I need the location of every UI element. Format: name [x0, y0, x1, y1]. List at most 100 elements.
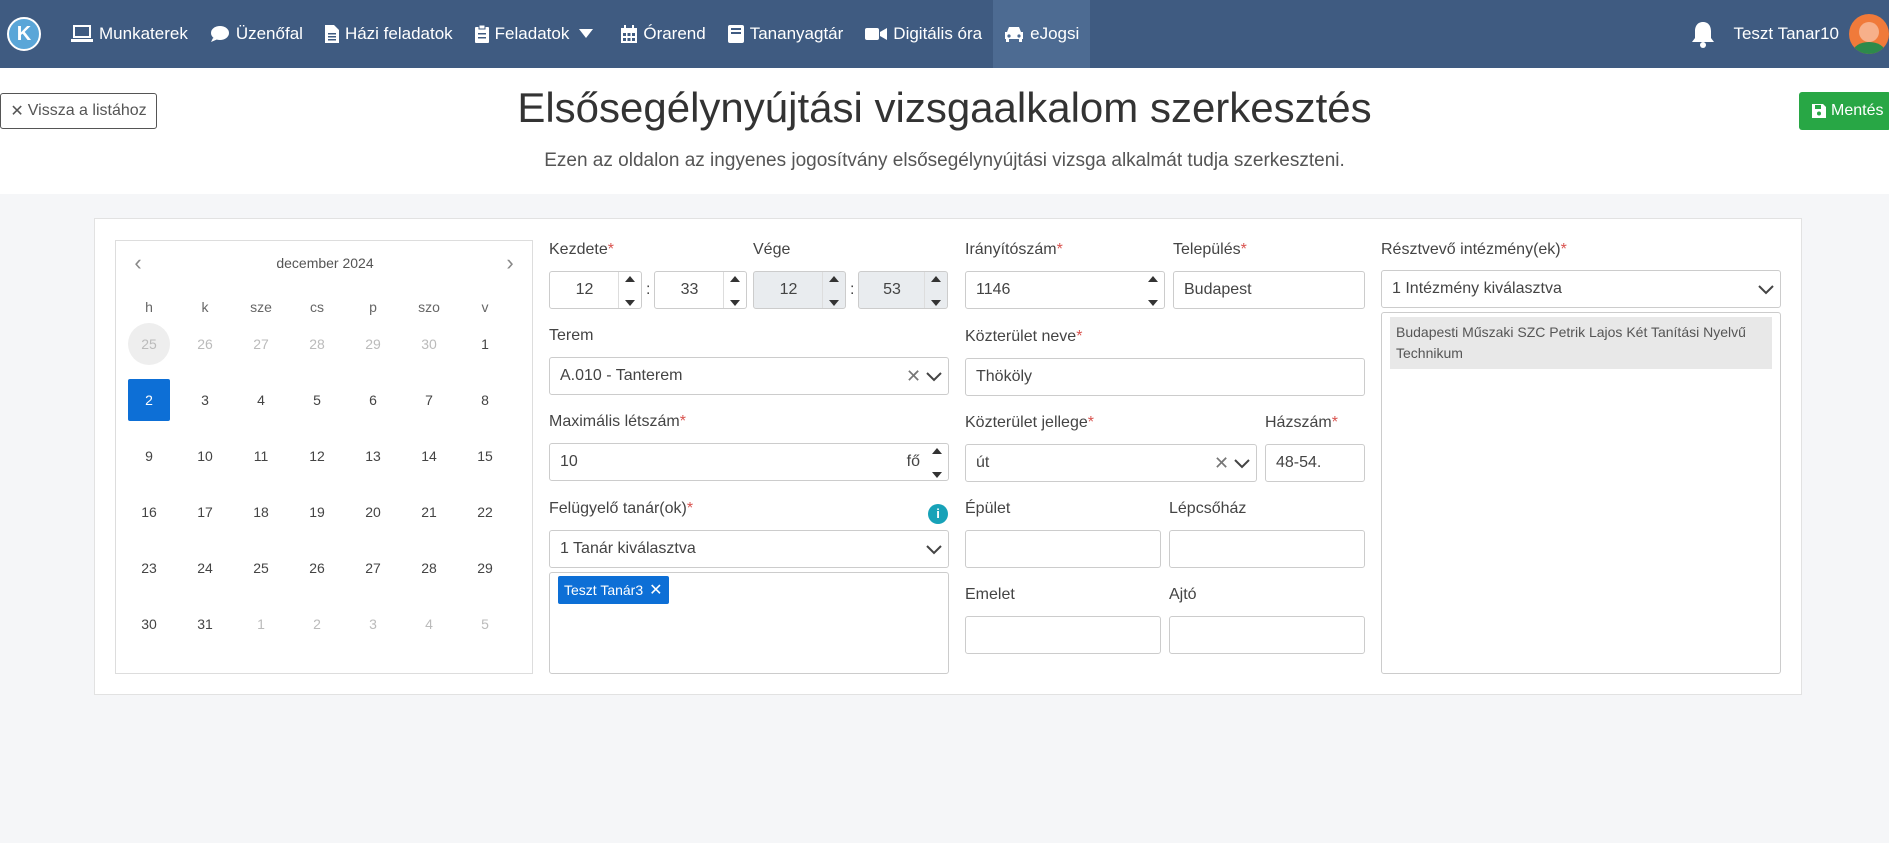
supervisor-select[interactable]: 1 Tanár kiválasztva — [549, 530, 949, 568]
calendar-day[interactable]: 14 — [408, 435, 450, 477]
book-icon — [727, 25, 744, 43]
clear-icon[interactable]: ✕ — [1214, 453, 1229, 474]
nav-item-hazi-feladatok[interactable]: Házi feladatok — [314, 0, 464, 68]
bell-icon[interactable] — [1691, 20, 1715, 48]
chevron-down-icon[interactable] — [926, 372, 942, 382]
house-number-input[interactable]: 48-54. — [1265, 444, 1365, 482]
calendar-day[interactable]: 23 — [128, 547, 170, 589]
calendar-day[interactable]: 1 — [464, 323, 506, 365]
save-button[interactable]: Mentés — [1799, 92, 1889, 130]
nav-item-orarend[interactable]: Órarend — [610, 0, 716, 68]
building-input[interactable] — [965, 530, 1161, 568]
calendar-day[interactable]: 5 — [464, 603, 506, 645]
calendar-day[interactable]: 25 — [240, 547, 282, 589]
spinner-divider — [723, 272, 724, 308]
calendar-day[interactable]: 20 — [352, 491, 394, 533]
nav-item-munkaterek[interactable]: Munkaterek — [60, 0, 199, 68]
nav-item-label: Digitális óra — [893, 24, 983, 43]
chevron-down-icon[interactable] — [1758, 285, 1774, 295]
calendar-day[interactable]: 4 — [240, 379, 282, 421]
zip-spinner[interactable] — [1146, 276, 1160, 306]
city-input[interactable]: Budapest — [1173, 271, 1365, 309]
zip-label-text: Irányítószám — [965, 241, 1057, 258]
required-mark: * — [1560, 241, 1567, 258]
calendar-day[interactable]: 26 — [296, 547, 338, 589]
page-header: ✕ Vissza a listához Elsősegélynyújtási v… — [0, 68, 1889, 194]
calendar-day[interactable]: 2 — [296, 603, 338, 645]
nav-item-digitalis-ora[interactable]: Digitális óra — [854, 0, 993, 68]
calendar-day[interactable]: 16 — [128, 491, 170, 533]
calendar-day[interactable]: 25 — [128, 323, 170, 365]
calendar-day[interactable]: 8 — [464, 379, 506, 421]
calendar-day[interactable]: 18 — [240, 491, 282, 533]
required-mark: * — [686, 500, 694, 517]
institution-select-value: 1 Intézmény kiválasztva — [1392, 280, 1562, 297]
start-label-text: Kezdete — [549, 241, 608, 258]
nav-item-feladatok[interactable]: Feladatok — [464, 0, 611, 68]
calendar-day[interactable]: 27 — [240, 323, 282, 365]
max-headcount-input[interactable]: 10 fő — [549, 443, 949, 481]
calendar-day[interactable]: 5 — [296, 379, 338, 421]
start-hour-input[interactable]: 12 — [549, 271, 642, 309]
chevron-down-icon[interactable] — [1234, 459, 1250, 469]
nav-item-tananyagtar[interactable]: Tananyagtár — [717, 0, 855, 68]
calendar-day[interactable]: 22 — [464, 491, 506, 533]
max-headcount-spinner[interactable] — [930, 448, 944, 478]
user-name[interactable]: Teszt Tanar10 — [1733, 24, 1839, 44]
institution-item[interactable]: Budapesti Műszaki SZC Petrik Lajos Két T… — [1390, 317, 1772, 369]
calendar-day[interactable]: 12 — [296, 435, 338, 477]
calendar-day[interactable]: 15 — [464, 435, 506, 477]
calendar-day[interactable]: 3 — [184, 379, 226, 421]
street-type-select[interactable]: út ✕ — [965, 444, 1257, 482]
chevron-down-icon[interactable] — [926, 545, 942, 555]
chevron-right-icon[interactable]: › — [500, 252, 520, 274]
calendar-day[interactable]: 30 — [128, 603, 170, 645]
calendar-day[interactable]: 19 — [296, 491, 338, 533]
calendar-day[interactable]: 29 — [352, 323, 394, 365]
calendar-day[interactable]: 13 — [352, 435, 394, 477]
calendar-day[interactable]: 28 — [408, 547, 450, 589]
calendar-day[interactable]: 10 — [184, 435, 226, 477]
calendar-day[interactable]: 30 — [408, 323, 450, 365]
zip-value: 1146 — [976, 281, 1011, 298]
calendar-day[interactable]: 31 — [184, 603, 226, 645]
calendar-day[interactable]: 24 — [184, 547, 226, 589]
start-minute-spinner[interactable] — [728, 276, 742, 306]
zip-input[interactable]: 1146 — [965, 271, 1165, 309]
door-input[interactable] — [1169, 616, 1365, 654]
weekday-header: v — [481, 299, 489, 315]
institution-select[interactable]: 1 Intézmény kiválasztva — [1381, 270, 1781, 308]
calendar-day[interactable]: 6 — [352, 379, 394, 421]
nav-item-label: Órarend — [643, 24, 706, 43]
floor-input[interactable] — [965, 616, 1161, 654]
calendar-day[interactable]: 26 — [184, 323, 226, 365]
spinner-divider — [822, 272, 823, 308]
calendar-day[interactable]: 28 — [296, 323, 338, 365]
calendar-day[interactable]: 27 — [352, 547, 394, 589]
calendar-day[interactable]: 17 — [184, 491, 226, 533]
calendar-day[interactable]: 29 — [464, 547, 506, 589]
calendar-day[interactable]: 21 — [408, 491, 450, 533]
arrow-down-icon — [829, 300, 839, 306]
calendar-day[interactable]: 1 — [240, 603, 282, 645]
start-minute-input[interactable]: 33 — [654, 271, 747, 309]
calendar-day[interactable]: 3 — [352, 603, 394, 645]
room-select[interactable]: A.010 - Tanterem ✕ — [549, 357, 949, 395]
app-logo[interactable]: K — [7, 17, 41, 51]
calendar-day[interactable]: 4 — [408, 603, 450, 645]
start-hour-spinner[interactable] — [623, 276, 637, 306]
door-label: Ajtó — [1169, 586, 1197, 603]
nav-item-ejogsi[interactable]: eJogsi — [993, 0, 1091, 68]
street-input[interactable]: Thököly — [965, 358, 1365, 396]
nav-item-uzenofal[interactable]: Üzenőfal — [199, 0, 314, 68]
calendar-day[interactable]: 9 — [128, 435, 170, 477]
info-icon[interactable]: i — [928, 504, 948, 524]
calendar-day[interactable]: 7 — [408, 379, 450, 421]
calendar-day[interactable]: 11 — [240, 435, 282, 477]
end-minute-spinner — [929, 276, 943, 306]
clear-icon[interactable]: ✕ — [906, 366, 921, 387]
remove-icon[interactable]: ✕ — [649, 580, 662, 600]
stair-input[interactable] — [1169, 530, 1365, 568]
avatar[interactable] — [1849, 14, 1889, 54]
calendar-day[interactable]: 2 — [128, 379, 170, 421]
